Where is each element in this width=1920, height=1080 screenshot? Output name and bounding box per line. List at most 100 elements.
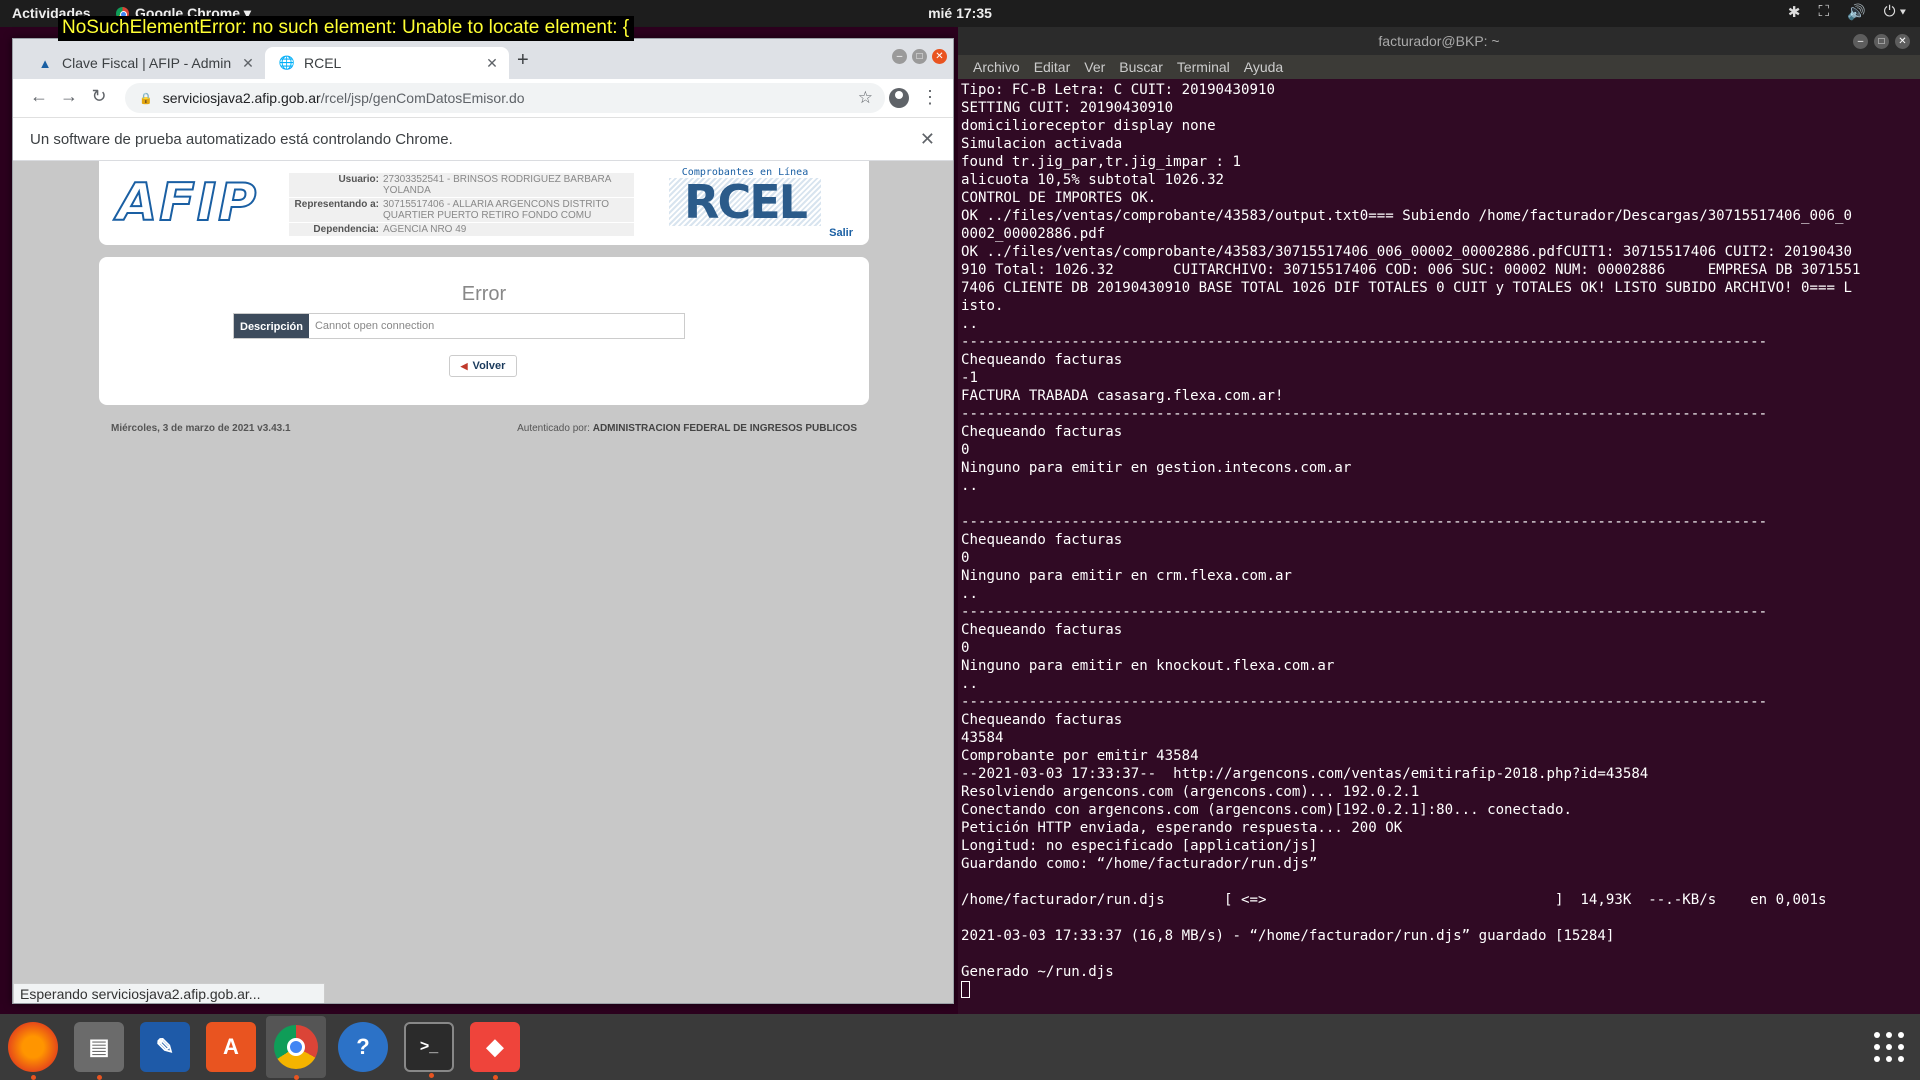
running-indicator	[31, 1075, 36, 1080]
terminal-window: facturador@BKP: ~ – □ ✕ Archivo Editar V…	[958, 27, 1920, 1014]
salir-link[interactable]: Salir	[829, 227, 853, 239]
close-icon[interactable]: ✕	[239, 55, 257, 72]
running-indicator	[429, 1073, 434, 1078]
menu-ver[interactable]: Ver	[1077, 55, 1112, 79]
descripcion-value: Cannot open connection	[314, 320, 435, 332]
window-controls: – □ ✕	[892, 49, 947, 64]
usuario-value: 27303352541 - BRINSOS RODRIGUEZ BARBARA …	[383, 174, 611, 196]
error-panel: Error Descripción Cannot open connection…	[99, 257, 869, 405]
address-bar[interactable]: 🔒 serviciosjava2.afip.gob.ar/rcel/jsp/ge…	[125, 83, 885, 113]
help-glyph: ?	[356, 1034, 370, 1059]
tab-strip: ▲ Clave Fiscal | AFIP - Admin ✕ 🌐 RCEL ✕…	[13, 39, 953, 79]
firefox-icon[interactable]	[8, 1022, 58, 1080]
chrome-icon	[274, 1025, 318, 1069]
footer-date-version: Miércoles, 3 de marzo de 2021 v3.43.1	[111, 423, 291, 434]
status-bubble: Esperando serviciosjava2.afip.gob.ar...	[13, 983, 325, 1003]
selenium-error-message: NoSuchElementError: no such element: Una…	[58, 16, 635, 41]
dependencia-value: AGENCIA NRO 49	[383, 224, 467, 235]
dependencia-label: Dependencia:	[313, 224, 379, 235]
afip-header: AFIP Usuario: 27303352541 - BRINSOS RODR…	[99, 161, 869, 245]
afip-logo: AFIP	[116, 173, 259, 233]
menu-terminal[interactable]: Terminal	[1170, 55, 1237, 79]
profile-icon[interactable]	[889, 88, 909, 108]
help-icon[interactable]: ?	[338, 1022, 388, 1072]
descripcion-label: Descripción	[234, 314, 309, 338]
footer-auth-prefix: Autenticado por:	[517, 423, 590, 434]
usuario-row: Usuario: 27303352541 - BRINSOS RODRIGUEZ…	[289, 173, 634, 197]
menu-editar[interactable]: Editar	[1027, 55, 1078, 79]
show-applications-icon[interactable]	[1874, 1032, 1904, 1062]
automation-infobar: Un software de prueba automatizado está …	[13, 117, 953, 161]
chevron-left-icon: ◀	[460, 360, 468, 371]
terminal-menubar: Archivo Editar Ver Buscar Terminal Ayuda	[958, 55, 1920, 79]
minimize-button[interactable]: –	[892, 49, 907, 64]
files-glyph: ▤	[88, 1034, 110, 1059]
footer-authenticated: Autenticado por: ADMINISTRACION FEDERAL …	[517, 423, 857, 434]
maximize-button[interactable]: □	[912, 49, 927, 64]
tab-afip[interactable]: ▲ Clave Fiscal | AFIP - Admin ✕	[23, 47, 265, 79]
page-viewport: AFIP Usuario: 27303352541 - BRINSOS RODR…	[13, 161, 953, 1003]
back-icon[interactable]: ←	[27, 86, 51, 107]
close-window-button[interactable]: ✕	[932, 49, 947, 64]
close-icon[interactable]: ✕	[483, 55, 501, 72]
terminal-glyph: >_	[419, 1038, 439, 1055]
url-path: /rcel/jsp/genComDatosEmisor.do	[320, 90, 525, 106]
footer-auth-entity: ADMINISTRACION FEDERAL DE INGRESOS PUBLI…	[592, 423, 857, 434]
dock: ▤ ✎ A ? >_ ◆	[0, 1014, 1920, 1080]
minimize-button[interactable]: –	[1853, 34, 1868, 49]
anydesk-glyph: ◆	[486, 1034, 504, 1059]
close-icon[interactable]: ✕	[920, 129, 935, 150]
forward-icon[interactable]: →	[57, 86, 81, 107]
reload-icon[interactable]: ↻	[87, 86, 111, 107]
writer-glyph: ✎	[155, 1034, 175, 1059]
dependencia-row: Dependencia: AGENCIA NRO 49	[289, 223, 634, 236]
volver-button[interactable]: ◀ Volver	[449, 355, 517, 377]
power-icon[interactable]: ⏻ ▾	[1884, 3, 1906, 21]
representando-label: Representando a:	[294, 199, 379, 210]
url-host: serviciosjava2.afip.gob.ar	[162, 90, 321, 106]
terminal-title: facturador@BKP: ~	[958, 27, 1920, 55]
star-icon[interactable]: ☆	[858, 88, 873, 108]
terminal-cursor	[961, 981, 970, 998]
running-indicator	[493, 1075, 498, 1080]
chrome-dock-icon[interactable]	[266, 1016, 326, 1080]
representando-value: 30715517406 - ALLARIA ARGENCONS DISTRITO…	[383, 199, 610, 221]
terminal-text: Tipo: FC-B Letra: C CUIT: 20190430910 SE…	[961, 82, 1861, 980]
menu-buscar[interactable]: Buscar	[1112, 55, 1170, 79]
description-row: Descripción Cannot open connection	[233, 313, 685, 339]
maximize-button[interactable]: □	[1874, 34, 1889, 49]
lock-icon[interactable]: 🔒	[139, 92, 153, 105]
running-indicator	[97, 1075, 102, 1080]
system-tray[interactable]: ✱ ⛶ 🔊 ⏻ ▾	[1788, 3, 1906, 21]
rcel-logo: Comprobantes en Línea RCEL	[669, 167, 821, 235]
terminal-window-controls: – □ ✕	[1853, 34, 1910, 49]
writer-icon[interactable]: ✎	[140, 1022, 190, 1072]
menu-icon[interactable]: ⋮	[921, 87, 939, 108]
menu-ayuda[interactable]: Ayuda	[1237, 55, 1290, 79]
terminal-output[interactable]: Tipo: FC-B Letra: C CUIT: 20190430910 SE…	[961, 81, 1917, 999]
bluetooth-icon[interactable]: ✱	[1788, 3, 1801, 21]
chrome-window: ▲ Clave Fiscal | AFIP - Admin ✕ 🌐 RCEL ✕…	[12, 38, 954, 1004]
usuario-label: Usuario:	[338, 174, 379, 185]
tab-rcel[interactable]: 🌐 RCEL ✕	[265, 47, 509, 79]
close-window-button[interactable]: ✕	[1895, 34, 1910, 49]
tab-label: Clave Fiscal | AFIP - Admin	[62, 55, 232, 71]
software-icon[interactable]: A	[206, 1022, 256, 1072]
network-icon[interactable]: ⛶	[1818, 3, 1829, 21]
menu-archivo[interactable]: Archivo	[966, 55, 1027, 79]
chrome-icon-center	[287, 1038, 305, 1056]
software-glyph: A	[223, 1034, 239, 1059]
new-tab-button[interactable]: +	[517, 49, 529, 72]
anydesk-icon[interactable]: ◆	[470, 1022, 520, 1080]
volver-label: Volver	[472, 360, 506, 372]
rcel-word: RCEL	[669, 178, 821, 226]
volume-icon[interactable]: 🔊	[1847, 3, 1866, 21]
files-icon[interactable]: ▤	[74, 1022, 124, 1080]
browser-toolbar: ← → ↻ 🔒 serviciosjava2.afip.gob.ar/rcel/…	[13, 79, 953, 117]
afip-favicon-icon: ▲	[38, 55, 52, 71]
terminal-icon[interactable]: >_	[404, 1022, 454, 1078]
running-indicator	[294, 1075, 299, 1080]
tab-label: RCEL	[304, 55, 342, 71]
globe-icon: 🌐	[278, 55, 296, 70]
error-title: Error	[461, 283, 507, 305]
